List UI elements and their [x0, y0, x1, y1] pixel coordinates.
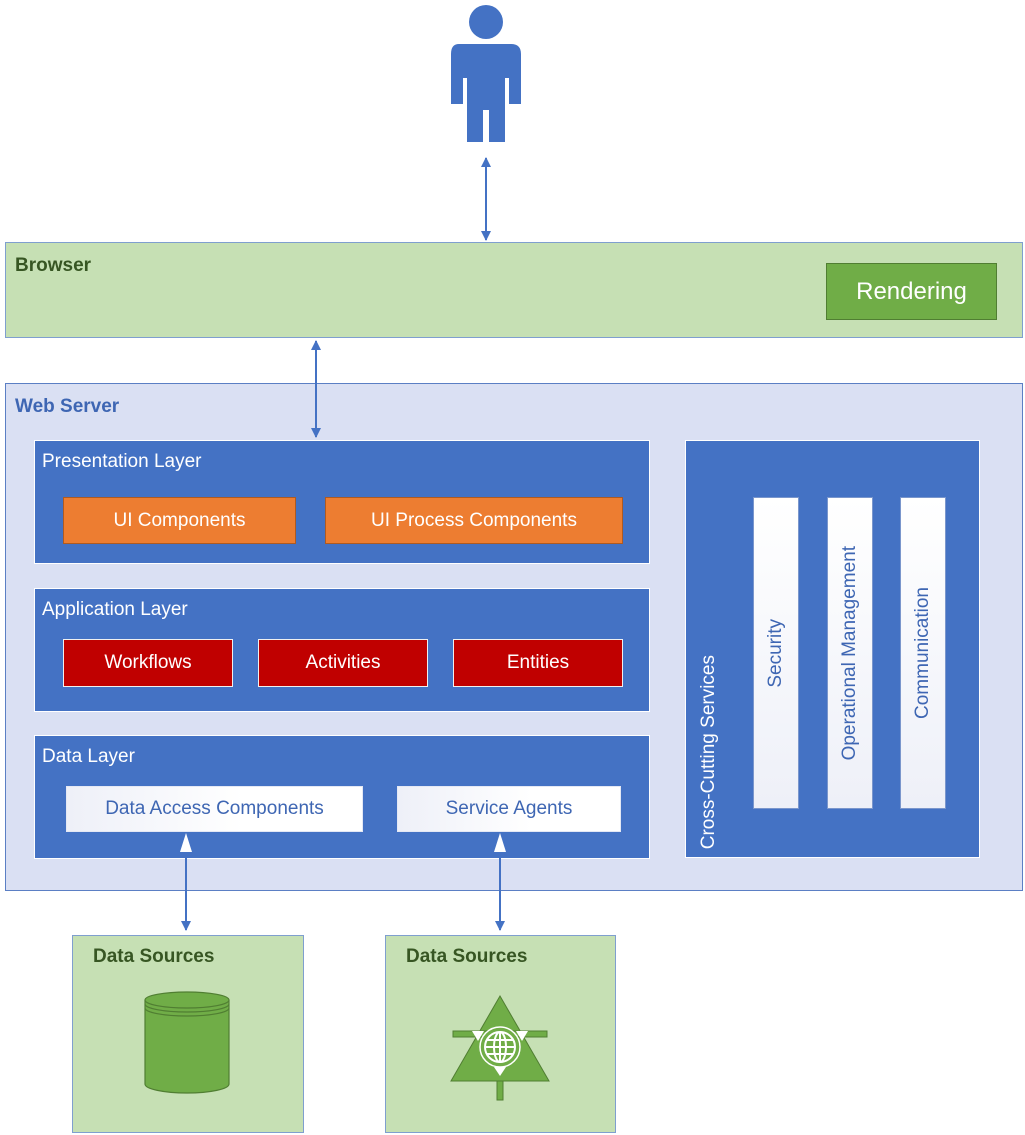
rendering-component: Rendering	[826, 263, 997, 320]
operational-management-service: Operational Management	[827, 497, 873, 809]
presentation-layer: Presentation Layer UI Components UI Proc…	[34, 440, 650, 564]
data-sources-title-2: Data Sources	[406, 946, 528, 967]
data-sources-title: Data Sources	[93, 946, 215, 967]
entities-component: Entities	[453, 639, 623, 687]
service-agents: Service Agents	[397, 786, 621, 832]
ui-components: UI Components	[63, 497, 296, 544]
security-label: Security	[765, 618, 786, 688]
data-layer: Data Layer Data Access Components Servic…	[34, 735, 650, 859]
security-service: Security	[753, 497, 799, 809]
cross-cutting-services: Cross-Cutting Services Security Operatio…	[685, 440, 980, 858]
web-server-container: Web Server Presentation Layer UI Compone…	[5, 383, 1023, 891]
application-layer-title: Application Layer	[42, 599, 188, 620]
browser-container: Browser Rendering	[5, 242, 1023, 338]
presentation-layer-title: Presentation Layer	[42, 451, 202, 472]
activities-component: Activities	[258, 639, 428, 687]
ui-process-components: UI Process Components	[325, 497, 623, 544]
data-layer-title: Data Layer	[42, 746, 135, 767]
communication-label: Communication	[912, 587, 933, 719]
communication-service: Communication	[900, 497, 946, 809]
person-icon	[451, 5, 521, 142]
web-service-icon	[450, 994, 550, 1101]
database-icon	[144, 991, 230, 1094]
application-layer: Application Layer Workflows Activities E…	[34, 588, 650, 712]
browser-title: Browser	[15, 255, 92, 276]
operational-management-label: Operational Management	[839, 545, 860, 761]
workflows-component: Workflows	[63, 639, 233, 687]
data-access-components: Data Access Components	[66, 786, 363, 832]
data-sources-database: Data Sources	[72, 935, 304, 1133]
cross-cutting-title: Cross-Cutting Services	[698, 654, 719, 849]
web-server-title: Web Server	[15, 396, 120, 417]
data-sources-web-service: Data Sources	[385, 935, 616, 1133]
